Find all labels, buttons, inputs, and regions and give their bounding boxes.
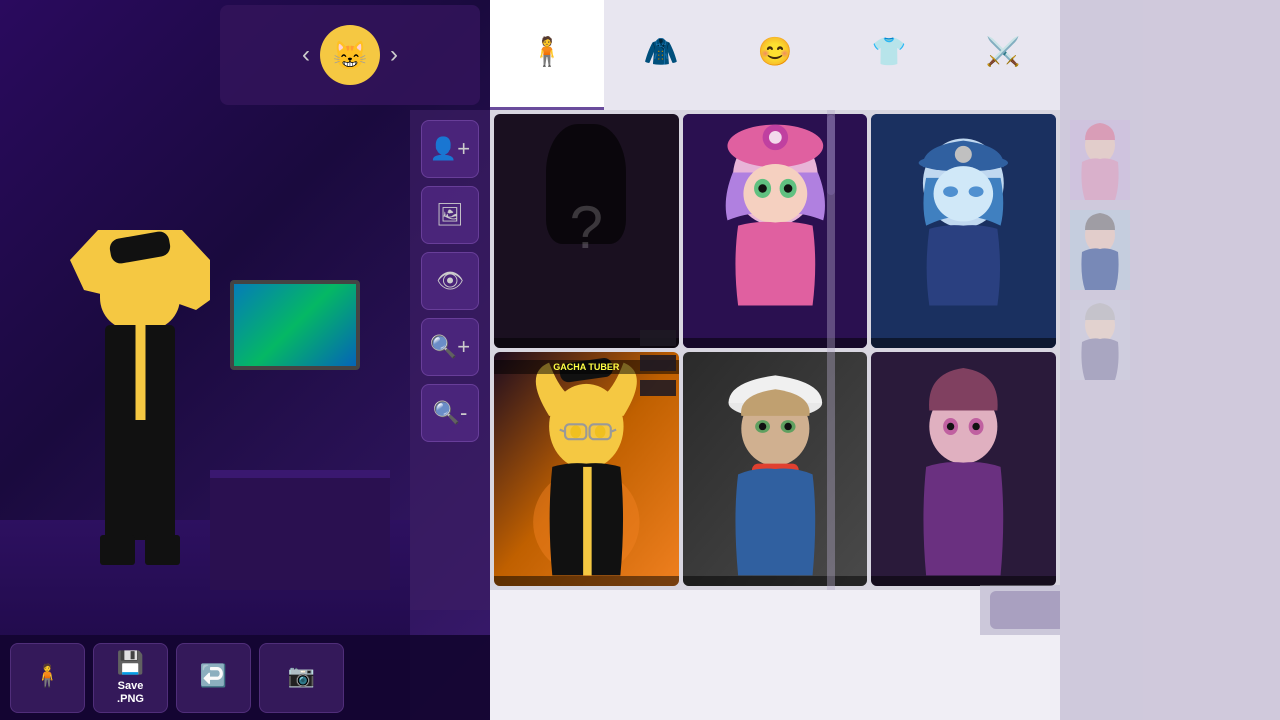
monitor-screen (234, 284, 356, 366)
save-png-button[interactable]: 💾 Save.PNG (93, 643, 168, 713)
other-tab-icon: ⚔️ (986, 35, 1021, 68)
overlay-your-oc-text (640, 355, 676, 371)
zoom-out-button[interactable]: 🔍- (421, 384, 479, 442)
sixth-label (871, 576, 1056, 586)
scrollbar-thumb[interactable] (827, 115, 835, 195)
clothes-tab-icon: 👕 (872, 35, 907, 68)
tab-body[interactable]: 🧥 (604, 0, 718, 110)
tab-other[interactable]: ⚔️ (946, 0, 1060, 110)
character-head (100, 250, 180, 330)
character-stripe (136, 325, 146, 425)
background-icon: 🖼 (436, 202, 464, 228)
character-shoes (100, 535, 180, 565)
shoe-left (100, 535, 135, 565)
add-character-button[interactable]: 👤+ (421, 120, 479, 178)
body-tab-icon: 🧥 (644, 35, 679, 68)
save-label: Save.PNG (117, 680, 144, 704)
studio-icon: 📷 (288, 663, 315, 689)
tab-head[interactable]: 😊 (718, 0, 832, 110)
save-icon: 💾 (117, 650, 144, 676)
blurred-characters (1060, 0, 1280, 390)
default-boy-icon (1070, 210, 1130, 290)
question-mark-icon: ? (570, 193, 603, 262)
rein-icon (1070, 300, 1130, 380)
add-character-icon: 👤+ (430, 136, 470, 162)
overlay-text-area (640, 330, 1070, 401)
blurred-right-panel (1060, 0, 1280, 720)
preset-random[interactable]: ? (494, 114, 679, 348)
zoom-in-button[interactable]: 🔍+ (421, 318, 479, 376)
character-display (40, 210, 240, 590)
third-card-bg (871, 114, 1056, 348)
character-body (80, 250, 200, 590)
character-name-bar: ‹ 😸 › (220, 5, 480, 105)
preset-third[interactable] (871, 114, 1056, 348)
shoe-right (145, 535, 180, 565)
monitor (230, 280, 360, 370)
default-girl-icon (1070, 120, 1130, 200)
ramunade-label (683, 576, 868, 586)
overlay-make-text (640, 330, 676, 346)
tab-clothes[interactable]: 👕 (832, 0, 946, 110)
bottom-action-bar: 🧍 💾 Save.PNG ↩️ 📷 (0, 635, 490, 720)
preset-gacha-dj[interactable] (683, 114, 868, 348)
overlay-preset-text (640, 380, 676, 396)
dj-card-bg (683, 114, 868, 348)
tab-bar: 🧍 🧥 😊 👕 ⚔️ (490, 0, 1060, 110)
background-button[interactable]: 🖼 (421, 186, 479, 244)
sidebar-tools: 👤+ 🖼 👁 🔍+ 🔍- (410, 110, 490, 610)
stand-button[interactable]: 🧍 (10, 643, 85, 713)
action-row: Copy Bg ON (980, 585, 1060, 635)
tab-presets[interactable]: 🧍 (490, 0, 604, 110)
zoom-out-icon: 🔍- (433, 400, 468, 426)
eye-icon: 👁 (436, 268, 464, 294)
character-legs (105, 420, 175, 540)
undo-icon: ↩️ (200, 663, 227, 689)
blurred-char-default-boy (1070, 210, 1270, 290)
character-portrait: 😸 (320, 25, 380, 85)
head-tab-icon: 😊 (758, 35, 793, 68)
all-copy-button[interactable] (990, 591, 1060, 629)
studio-button[interactable]: 📷 (259, 643, 344, 713)
blurred-char-default-girl (1070, 120, 1270, 200)
presets-tab-icon: 🧍 (530, 35, 565, 68)
stand-icon: 🧍 (34, 663, 61, 689)
zoom-in-icon: 🔍+ (430, 334, 470, 360)
visibility-button[interactable]: 👁 (421, 252, 479, 310)
game-area: ‹ 😸 › 👤+ 🖼 👁 🔍+ 🔍- 🧍 💾 Save.PNG (0, 0, 490, 720)
blurred-char-rein (1070, 300, 1270, 380)
undo-button[interactable]: ↩️ (176, 643, 251, 713)
prev-character-button[interactable]: ‹ (302, 41, 310, 69)
next-character-button[interactable]: › (390, 41, 398, 69)
goldie-label (494, 576, 679, 586)
